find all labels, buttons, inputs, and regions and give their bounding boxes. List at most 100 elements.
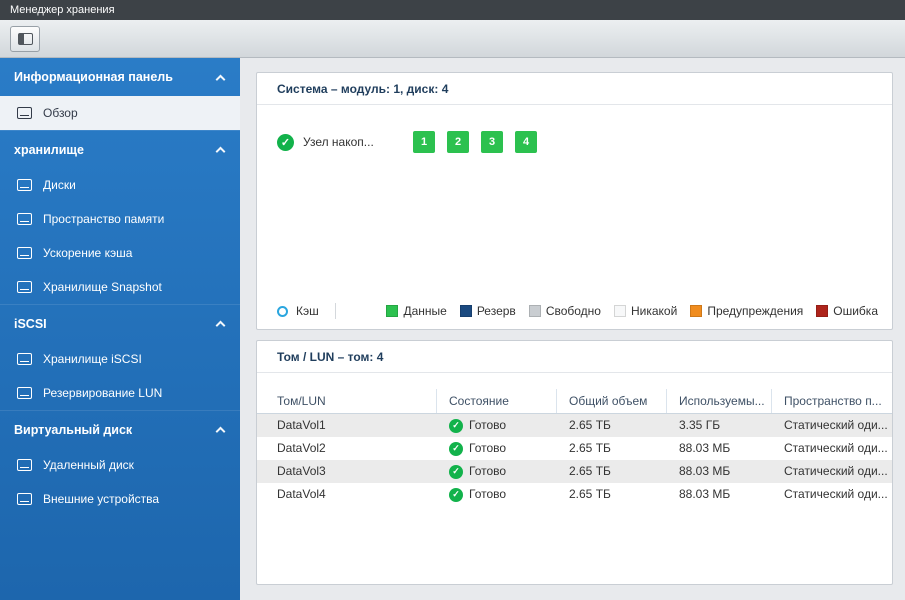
drive-icon [17, 213, 32, 225]
legend-label: Резерв [477, 304, 516, 318]
panel-icon [18, 33, 33, 45]
cache-icon [277, 306, 288, 317]
volume-panel-header: Том / LUN – том: 4 [257, 341, 892, 373]
sidebar-item[interactable]: Резервирование LUN [0, 376, 240, 410]
status-text: Готово [469, 414, 506, 437]
status-ok-icon: ✓ [277, 134, 294, 151]
cell-used-size: 88.03 МБ [667, 437, 772, 460]
volume-table-body: DataVol1✓Готово2.65 ТБ3.35 ГБСтатический… [257, 414, 892, 506]
legend-divider [335, 303, 336, 319]
cell-space-type: Статический оди... [772, 437, 892, 460]
sidebar-item[interactable]: Удаленный диск [0, 448, 240, 482]
column-header[interactable]: Общий объем [557, 389, 667, 413]
legend-item: Данные [386, 304, 446, 318]
cache-label: Кэш [296, 304, 319, 318]
legend-swatch [690, 305, 702, 317]
legend-label: Предупреждения [707, 304, 803, 318]
sidebar-item[interactable]: Пространство памяти [0, 202, 240, 236]
cell-volume-name: DataVol4 [257, 483, 437, 506]
sidebar-item[interactable]: Обзор [0, 96, 240, 130]
sidebar-section-label: хранилище [14, 143, 84, 157]
cell-used-size: 88.03 МБ [667, 483, 772, 506]
table-row[interactable]: DataVol1✓Готово2.65 ТБ3.35 ГБСтатический… [257, 414, 892, 437]
status-text: Готово [469, 460, 506, 483]
table-row[interactable]: DataVol3 ✓ Готово 2.65 ТБ88.03 МБСтатически… [257, 460, 892, 483]
sidebar-item[interactable]: Внешние устройства [0, 482, 240, 516]
system-panel-body: ✓ Узел накоп... 1234 Кэш Данные Резерв Сво… [257, 105, 892, 330]
panel-toggle-button[interactable] [10, 26, 40, 52]
chevron-up-icon [216, 321, 226, 331]
legend-label: Ошибка [833, 304, 878, 318]
legend-swatch [386, 305, 398, 317]
sidebar-section-header[interactable]: iSCSI [0, 304, 240, 342]
content-area: Информационная панель Обзор хранилище Диски… [0, 58, 905, 600]
drive-icon [17, 179, 32, 191]
sidebar-item-label: Удаленный диск [43, 458, 134, 472]
drive-icon [17, 353, 32, 365]
sidebar-item[interactable]: Хранилище Snapshot [0, 270, 240, 304]
cell-used-size: 88.03 МБ [667, 460, 772, 483]
disk-strip: 1234 [413, 131, 537, 153]
legend-item: Ошибка [816, 304, 878, 318]
cell-total-size: 2.65 ТБ [557, 414, 667, 437]
cell-status: ✓ Готово [437, 460, 557, 483]
cell-volume-name: DataVol3 [257, 460, 437, 483]
sidebar-item-label: Диски [43, 178, 76, 192]
window-titlebar: Менеджер хранения [0, 0, 905, 20]
sidebar-item[interactable]: Хранилище iSCSI [0, 342, 240, 376]
legend-item: Предупреждения [690, 304, 803, 318]
legend-swatch [614, 305, 626, 317]
sidebar-item[interactable]: Диски [0, 168, 240, 202]
column-header[interactable]: Том/LUN [257, 389, 437, 413]
legend-swatch [460, 305, 472, 317]
sidebar-section-header[interactable]: Информационная панель [0, 58, 240, 96]
legend-swatch [816, 305, 828, 317]
legend-label: Данные [403, 304, 446, 318]
sidebar-item-label: Обзор [43, 106, 78, 120]
status-ok-icon: ✓ [449, 488, 463, 502]
sidebar-item-label: Хранилище Snapshot [43, 280, 162, 294]
system-panel-title: Система – модуль: 1, диск: 4 [277, 82, 448, 96]
legend-label: Никакой [631, 304, 677, 318]
cell-total-size: 2.65 ТБ [557, 460, 667, 483]
legend-label: Свободно [546, 304, 601, 318]
volume-table: Том/LUNСостояниеОбщий объемИспользуемы..… [257, 389, 892, 506]
drive-icon [17, 107, 32, 119]
cell-volume-name: DataVol1 [257, 414, 437, 437]
chevron-up-icon [216, 74, 226, 84]
column-header[interactable]: Состояние [437, 389, 557, 413]
disk-slot[interactable]: 3 [481, 131, 503, 153]
sidebar-item[interactable]: Ускорение кэша [0, 236, 240, 270]
status-ok-icon: ✓ [449, 465, 463, 479]
cell-status: ✓Готово [437, 414, 557, 437]
sidebar-section-label: Информационная панель [14, 70, 173, 84]
cell-status: ✓ Готово [437, 437, 557, 460]
cache-legend: Кэш [277, 304, 319, 318]
drive-icon [17, 493, 32, 505]
legend-row: Кэш Данные Резерв Свободно Никакой Предупреж… [277, 303, 878, 319]
legend-item: Резерв [460, 304, 516, 318]
table-row[interactable]: DataVol2✓Готово2.65 ТБ88.03 МБСтатически… [257, 437, 892, 460]
drive-icon [17, 459, 32, 471]
cell-status: ✓Готово [437, 483, 557, 506]
drive-icon [17, 247, 32, 259]
disk-slot[interactable]: 2 [447, 131, 469, 153]
storage-node-label: Узел накоп... [303, 135, 391, 149]
cell-space-type: Статический оди... [772, 460, 892, 483]
column-header[interactable]: Пространство п... [772, 389, 892, 413]
toolbar [0, 20, 905, 58]
sidebar-section-header[interactable]: Виртуальный диск [0, 410, 240, 448]
column-header[interactable]: Используемы... [667, 389, 772, 413]
volume-panel-title: Том / LUN – том: 4 [277, 350, 383, 364]
volume-panel: Том / LUN – том: 4 Том/LUNСостояниеОбщий… [256, 340, 893, 585]
legend-swatch [529, 305, 541, 317]
sidebar-section-header[interactable]: хранилище [0, 130, 240, 168]
sidebar-item-label: Пространство памяти [43, 212, 164, 226]
sidebar-item-label: Ускорение кэша [43, 246, 132, 260]
status-text: Готово [469, 437, 506, 460]
table-row[interactable]: DataVol4✓Готово2.65 ТБ88.03 МБСтатически… [257, 483, 892, 506]
chevron-up-icon [216, 147, 226, 157]
status-ok-icon: ✓ [449, 442, 463, 456]
disk-slot[interactable]: 1 [413, 131, 435, 153]
disk-slot[interactable]: 4 [515, 131, 537, 153]
